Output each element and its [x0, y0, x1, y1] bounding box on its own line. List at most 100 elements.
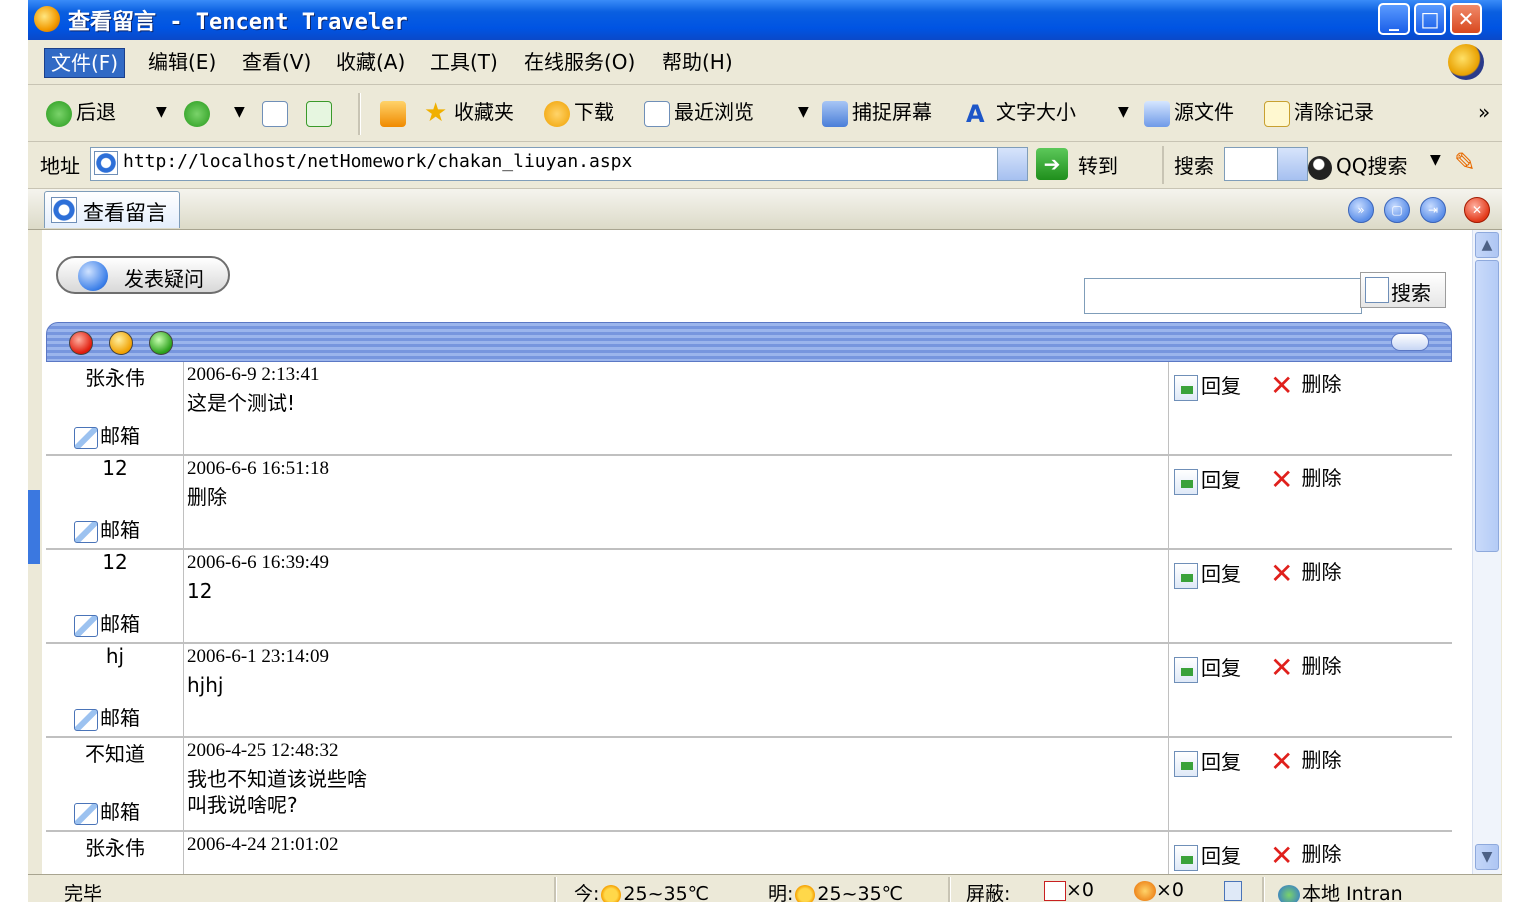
toolbar-search-input[interactable] — [1224, 147, 1308, 181]
delete-label: 删除 — [1301, 372, 1342, 396]
recent-dropdown[interactable]: ▼ — [798, 97, 809, 127]
reply-button[interactable]: 回复 — [1174, 746, 1241, 777]
forward-dropdown[interactable]: ▼ — [234, 97, 245, 127]
download-button[interactable]: 下载 — [544, 97, 614, 127]
scroll-up-icon[interactable]: ▲ — [1475, 232, 1499, 258]
delete-label: 删除 — [1301, 466, 1342, 490]
delete-button[interactable]: ✕ 删除 — [1270, 744, 1341, 775]
status-text: 完毕 — [64, 883, 103, 902]
refresh-button[interactable] — [306, 97, 336, 127]
recent-button[interactable]: 最近浏览 — [644, 97, 754, 127]
delete-button[interactable]: ✕ 删除 — [1270, 556, 1341, 587]
page-search-input[interactable] — [1084, 278, 1362, 314]
reply-icon — [1174, 750, 1198, 777]
highlight-pen-icon[interactable]: ✎ — [1454, 148, 1480, 178]
menu-favorites[interactable]: 收藏(A) — [330, 48, 411, 76]
vertical-scrollbar[interactable]: ▲ ▼ — [1472, 230, 1501, 874]
font-size-dropdown[interactable]: ▼ — [1118, 97, 1129, 127]
back-button[interactable]: 后退 — [46, 97, 116, 127]
delete-button[interactable]: ✕ 删除 — [1270, 462, 1341, 493]
messages-panel-header — [46, 322, 1452, 362]
message-text: hjhj — [187, 673, 224, 697]
message-cell: 2006-6-6 16:51:18 删除 — [185, 456, 1169, 548]
mail-label: 邮箱 — [100, 424, 140, 448]
green-light-icon — [149, 331, 173, 355]
ad-block-counter[interactable]: ×0 — [1134, 879, 1184, 901]
tencent-traveler-icon — [34, 6, 60, 32]
menu-help[interactable]: 帮助(H) — [656, 48, 739, 76]
delete-button[interactable]: ✕ 删除 — [1270, 650, 1341, 681]
qq-search-dropdown[interactable]: ▼ — [1430, 152, 1441, 168]
menu-edit[interactable]: 编辑(E) — [142, 48, 222, 76]
tab-close-icon[interactable]: ✕ — [1464, 197, 1490, 223]
forward-button[interactable] — [184, 97, 214, 127]
close-button[interactable]: ✕ — [1450, 3, 1482, 35]
ad-count: ×0 — [1156, 879, 1185, 901]
menu-view[interactable]: 查看(V) — [236, 48, 317, 76]
address-dropdown[interactable] — [997, 148, 1027, 180]
delete-button[interactable]: ✕ 删除 — [1270, 838, 1341, 869]
save-page-icon[interactable] — [1224, 879, 1242, 901]
message-date: 2006-6-6 16:51:18 — [187, 458, 329, 479]
qq-search-button[interactable]: QQ搜索 — [1308, 150, 1407, 180]
message-date: 2006-4-25 12:48:32 — [187, 740, 339, 761]
sidebar-toggle[interactable] — [28, 490, 40, 564]
search-dropdown[interactable] — [1277, 148, 1307, 180]
minimize-button[interactable]: _ — [1378, 3, 1410, 35]
mail-link[interactable]: 邮箱 — [74, 608, 140, 637]
menu-tools[interactable]: 工具(T) — [424, 48, 504, 76]
tomorrow-temp: 25~35℃ — [817, 883, 904, 902]
mail-link[interactable]: 邮箱 — [74, 420, 140, 449]
reply-button[interactable]: 回复 — [1174, 558, 1241, 589]
mail-link[interactable]: 邮箱 — [74, 702, 140, 731]
message-text: 叫我说啥呢? — [187, 793, 298, 817]
author-name: 张永伟 — [85, 836, 145, 860]
tab-list-icon[interactable]: » — [1348, 197, 1374, 223]
home-button[interactable] — [380, 97, 410, 127]
panel-collapse-icon[interactable] — [1391, 333, 1429, 351]
delete-label: 删除 — [1301, 654, 1342, 678]
mail-label: 邮箱 — [100, 612, 140, 636]
message-text: 删除 — [187, 485, 227, 509]
maximize-button[interactable]: □ — [1414, 3, 1446, 35]
scroll-down-icon[interactable]: ▼ — [1475, 844, 1499, 870]
capture-button[interactable]: 捕捉屏幕 — [822, 97, 932, 127]
back-dropdown[interactable]: ▼ — [156, 97, 167, 127]
stop-button[interactable] — [262, 97, 292, 127]
popup-block-counter[interactable]: ×0 — [1044, 879, 1094, 901]
message-row: hj 邮箱 2006-6-1 23:14:09 hjhj 回复 ✕ 删除 — [46, 644, 1452, 738]
ad-block-icon — [1134, 880, 1156, 901]
actions-cell: 回复 ✕ 删除 — [1170, 738, 1452, 830]
scroll-thumb[interactable] — [1475, 260, 1499, 552]
go-arrow-icon[interactable]: ➔ — [1036, 148, 1068, 180]
author-name: 张永伟 — [85, 366, 145, 390]
favorites-button[interactable]: ★ 收藏夹 — [424, 97, 514, 127]
mail-link[interactable]: 邮箱 — [74, 796, 140, 825]
clear-history-button[interactable]: 清除记录 — [1264, 97, 1374, 127]
page-search-button[interactable]: 搜索 — [1360, 272, 1446, 308]
toolbar-more-button[interactable]: » — [1478, 97, 1490, 127]
message-row: 12 邮箱 2006-6-6 16:51:18 删除 回复 ✕ 删除 — [46, 456, 1452, 550]
reply-button[interactable]: 回复 — [1174, 840, 1241, 871]
post-question-button[interactable]: 发表疑问 — [56, 256, 230, 294]
actions-cell: 回复 ✕ 删除 — [1170, 832, 1452, 874]
delete-button[interactable]: ✕ 删除 — [1270, 368, 1341, 399]
font-size-button[interactable]: A 文字大小 — [966, 97, 1076, 127]
tab-pin-icon[interactable]: ⇥ — [1420, 197, 1446, 223]
mail-link[interactable]: 邮箱 — [74, 514, 140, 543]
menu-online-services[interactable]: 在线服务(O) — [518, 48, 641, 76]
reply-label: 回复 — [1201, 468, 1241, 492]
reply-button[interactable]: 回复 — [1174, 652, 1241, 683]
tab-restore-icon[interactable]: ▢ — [1384, 197, 1410, 223]
title-bar[interactable]: 查看留言 - Tencent Traveler _ □ ✕ — [28, 0, 1502, 40]
reply-button[interactable]: 回复 — [1174, 370, 1241, 401]
tab-view-messages[interactable]: 查看留言 — [44, 191, 180, 228]
source-button[interactable]: 源文件 — [1144, 97, 1234, 127]
menu-file[interactable]: 文件(F) — [44, 48, 126, 78]
address-input[interactable]: http://localhost/netHomework/chakan_liuy… — [90, 147, 1028, 181]
author-cell: hj 邮箱 — [46, 644, 184, 736]
reply-button[interactable]: 回复 — [1174, 464, 1241, 495]
message-cell: 2006-4-25 12:48:32 我也不知道该说些啥 叫我说啥呢? — [185, 738, 1169, 830]
go-button[interactable]: 转到 — [1078, 150, 1118, 179]
block-label: 屏蔽: — [966, 883, 1011, 902]
